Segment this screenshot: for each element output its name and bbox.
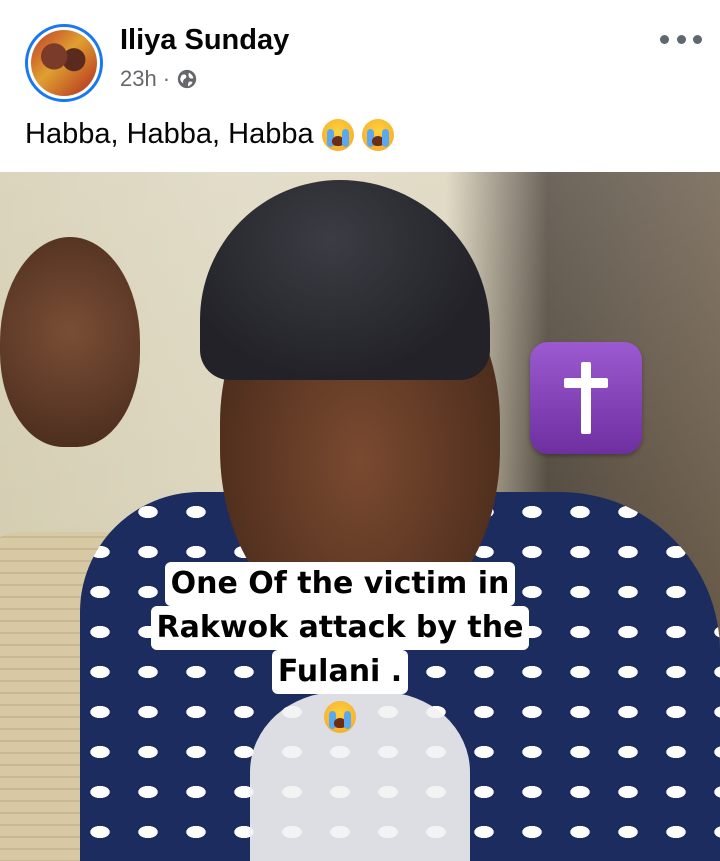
overlay-line: One Of the victim in — [164, 562, 516, 606]
author-avatar[interactable] — [25, 24, 103, 102]
post-header: Iliya Sunday 23h · — [0, 0, 720, 110]
post-photo[interactable]: One Of the victim in Rakwok attack by th… — [0, 172, 720, 861]
photo-overlay-text: One Of the victim in Rakwok attack by th… — [110, 562, 570, 738]
more-options-icon[interactable] — [660, 30, 702, 48]
overlay-line: Rakwok attack by the — [150, 606, 530, 650]
post-meta: 23h · — [120, 66, 198, 92]
latin-cross-icon — [530, 342, 642, 454]
caption-text: Habba, Habba, Habba — [25, 118, 314, 150]
background-person-head — [0, 237, 140, 447]
loudly-crying-face-icon — [321, 119, 354, 152]
avatar-image — [31, 30, 97, 96]
globe-icon[interactable] — [176, 68, 198, 90]
author-name[interactable]: Iliya Sunday — [120, 24, 289, 57]
meta-separator: · — [162, 66, 171, 91]
overlay-line: Fulani . — [271, 650, 409, 694]
loudly-crying-face-icon — [324, 700, 356, 733]
post-caption: Habba, Habba, Habba — [25, 118, 394, 152]
loudly-crying-face-icon — [361, 119, 394, 152]
post-time[interactable]: 23h — [120, 66, 157, 92]
